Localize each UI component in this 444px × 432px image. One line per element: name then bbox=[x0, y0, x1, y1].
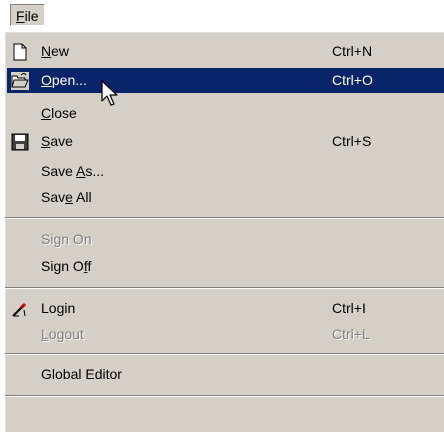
menu-file-mnemonic: F bbox=[16, 8, 25, 24]
menu-item-save-all[interactable]: Save All bbox=[7, 185, 444, 210]
shortcut-label: Ctrl+I bbox=[332, 300, 366, 316]
menu-item-save-as[interactable]: Save As... bbox=[7, 159, 444, 184]
menu-separator bbox=[5, 287, 444, 289]
open-folder-icon bbox=[11, 72, 29, 90]
mouse-pointer-icon bbox=[101, 80, 118, 106]
shortcut-label: Ctrl+S bbox=[332, 133, 372, 149]
menu-separator bbox=[5, 353, 444, 355]
shortcut-label: Ctrl+N bbox=[332, 43, 373, 59]
menu-file[interactable]: File bbox=[10, 4, 45, 26]
menu-item-save[interactable]: Save Ctrl+S bbox=[7, 129, 444, 154]
floppy-disk-icon bbox=[11, 133, 29, 151]
menu-item-label: Save All bbox=[41, 189, 92, 205]
menu-item-open[interactable]: Open... Ctrl+O bbox=[7, 68, 444, 93]
menu-item-label: Open... bbox=[41, 72, 87, 88]
menu-item-label: Login bbox=[41, 300, 76, 316]
menu-item-login[interactable]: Login Ctrl+I bbox=[7, 296, 444, 321]
menu-item-label: Sign Off bbox=[41, 258, 92, 274]
menu-item-label: Close bbox=[41, 105, 77, 121]
menu-item-global-editor[interactable]: Global Editor bbox=[7, 362, 444, 387]
menu-separator bbox=[5, 395, 444, 397]
menu-item-close[interactable]: Close bbox=[7, 101, 444, 126]
shortcut-label: Ctrl+O bbox=[332, 72, 373, 88]
new-document-icon bbox=[13, 43, 27, 61]
menu-item-sign-on: Sign On bbox=[7, 227, 444, 252]
menu-item-label: Save bbox=[41, 133, 73, 149]
login-pen-icon bbox=[12, 302, 27, 317]
menu-item-label: Save As... bbox=[41, 163, 105, 179]
menu-item-logout: Logout Ctrl+L bbox=[7, 322, 444, 347]
menu-item-label: New bbox=[41, 43, 70, 59]
menu-file-label-rest: ile bbox=[24, 8, 39, 24]
menu-item-new[interactable]: New Ctrl+N bbox=[7, 39, 444, 64]
menu-item-label: Global Editor bbox=[41, 366, 122, 382]
menu-item-label: Logout bbox=[41, 326, 84, 342]
menu-item-sign-off[interactable]: Sign Off bbox=[7, 254, 444, 279]
menu-bar: File bbox=[0, 0, 444, 31]
file-dropdown-menu: New Ctrl+N Open... Ctrl+O Close Save Ctr… bbox=[4, 31, 444, 432]
shortcut-label: Ctrl+L bbox=[332, 326, 370, 342]
menu-item-label: Sign On bbox=[41, 231, 92, 247]
menu-separator bbox=[5, 217, 444, 219]
